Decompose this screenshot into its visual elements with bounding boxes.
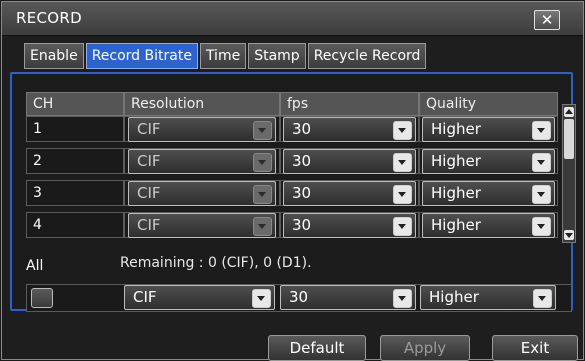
header-ch: CH xyxy=(26,92,124,116)
quality-dropdown[interactable]: Higher xyxy=(422,117,555,142)
apply-button[interactable]: Apply xyxy=(380,335,470,361)
chevron-down-icon xyxy=(253,185,272,204)
chevron-down-icon xyxy=(252,289,271,308)
chevron-down-icon xyxy=(253,121,272,140)
dropdown-value: 30 xyxy=(292,184,312,202)
dropdown-value: CIF xyxy=(137,216,161,234)
dropdown-value: Higher xyxy=(429,288,479,306)
dropdown-value: CIF xyxy=(137,152,161,170)
tab-bar: Enable Record Bitrate Time Stamp Recycle… xyxy=(24,43,428,71)
dropdown-value: Higher xyxy=(431,184,481,202)
record-bitrate-panel: CH Resolution fps Quality 1 CIF 30 Highe… xyxy=(10,72,573,311)
scroll-down-icon[interactable] xyxy=(564,230,574,240)
dropdown-value: 30 xyxy=(289,288,309,306)
dropdown-value: Higher xyxy=(431,152,481,170)
close-button[interactable]: ✕ xyxy=(534,10,560,30)
chevron-down-icon xyxy=(393,289,412,308)
chevron-down-icon xyxy=(253,153,272,172)
fps-dropdown[interactable]: 30 xyxy=(283,117,416,142)
remaining-text: Remaining : 0 (CIF), 0 (D1). xyxy=(120,255,312,271)
chevron-down-icon xyxy=(393,185,412,204)
table-row-ch: 4 xyxy=(26,212,124,238)
tab-stamp[interactable]: Stamp xyxy=(248,43,306,69)
dropdown-value: 30 xyxy=(292,216,312,234)
table-row-ch: 1 xyxy=(26,116,124,142)
dropdown-value: Higher xyxy=(431,120,481,138)
dropdown-value: CIF xyxy=(133,288,157,306)
chevron-down-icon xyxy=(393,121,412,140)
chevron-down-icon xyxy=(532,185,551,204)
dropdown-value: CIF xyxy=(137,120,161,138)
chevron-down-icon xyxy=(393,217,412,236)
all-label: All xyxy=(26,258,44,274)
chevron-down-icon xyxy=(533,289,552,308)
table-row-ch: 2 xyxy=(26,148,124,174)
chevron-down-icon xyxy=(532,217,551,236)
default-button[interactable]: Default xyxy=(268,335,366,361)
chevron-down-icon xyxy=(532,121,551,140)
chevron-down-icon xyxy=(393,153,412,172)
title-bar: RECORD ✕ xyxy=(2,2,583,36)
all-quality-dropdown[interactable]: Higher xyxy=(420,285,556,310)
window-title: RECORD xyxy=(16,9,82,27)
scroll-up-icon[interactable] xyxy=(564,107,574,117)
scrollbar-thumb[interactable] xyxy=(564,119,574,159)
tab-enable[interactable]: Enable xyxy=(24,43,84,69)
all-checkbox[interactable] xyxy=(31,288,53,308)
quality-dropdown[interactable]: Higher xyxy=(422,213,555,238)
close-icon: ✕ xyxy=(540,11,554,29)
header-fps: fps xyxy=(280,92,419,116)
fps-dropdown[interactable]: 30 xyxy=(283,213,416,238)
chevron-down-icon xyxy=(253,217,272,236)
dropdown-value: CIF xyxy=(137,184,161,202)
quality-dropdown[interactable]: Higher xyxy=(422,181,555,206)
fps-dropdown[interactable]: 30 xyxy=(283,181,416,206)
tab-time[interactable]: Time xyxy=(199,43,247,69)
fps-dropdown[interactable]: 30 xyxy=(283,149,416,174)
table-scrollbar[interactable] xyxy=(562,104,576,243)
resolution-dropdown[interactable]: CIF xyxy=(128,213,276,238)
quality-dropdown[interactable]: Higher xyxy=(422,149,555,174)
resolution-dropdown[interactable]: CIF xyxy=(128,117,276,142)
resolution-dropdown[interactable]: CIF xyxy=(128,149,276,174)
all-fps-dropdown[interactable]: 30 xyxy=(280,285,416,310)
header-resolution: Resolution xyxy=(124,92,280,116)
tab-record-bitrate[interactable]: Record Bitrate xyxy=(85,43,198,69)
all-resolution-dropdown[interactable]: CIF xyxy=(124,285,275,310)
dropdown-value: 30 xyxy=(292,120,312,138)
tab-recycle-record[interactable]: Recycle Record xyxy=(307,43,427,69)
dropdown-value: 30 xyxy=(292,152,312,170)
chevron-down-icon xyxy=(532,153,551,172)
resolution-dropdown[interactable]: CIF xyxy=(128,181,276,206)
table-row-ch: 3 xyxy=(26,180,124,206)
dropdown-value: Higher xyxy=(431,216,481,234)
header-quality: Quality xyxy=(419,92,558,116)
exit-button[interactable]: Exit xyxy=(492,335,578,361)
